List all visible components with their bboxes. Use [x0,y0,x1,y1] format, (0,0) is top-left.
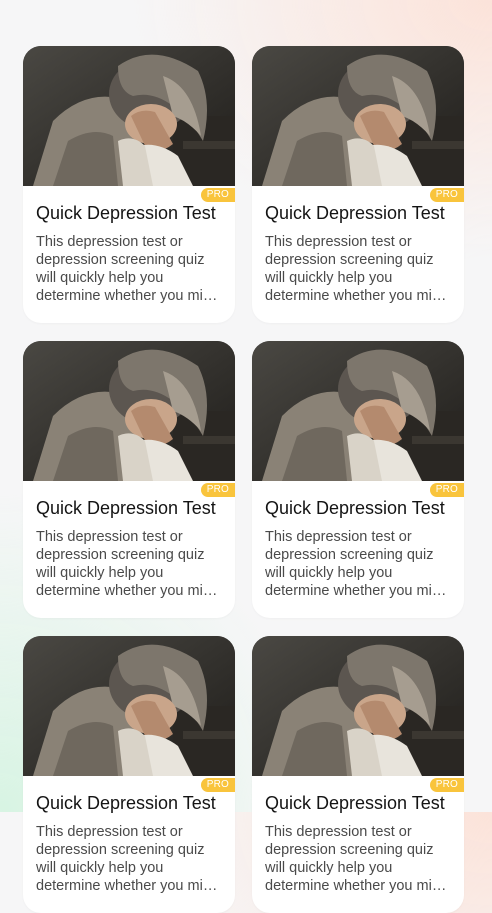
pro-badge: PRO [200,483,235,497]
test-card-title: Quick Depression Test [36,203,216,223]
test-card-image [23,46,235,186]
test-card-description: This depression test or depression scree… [36,234,223,304]
test-card[interactable]: PRO Quick Depression Test This depressio… [252,46,464,323]
pro-badge: PRO [429,778,464,792]
test-card-description: This depression test or depression scree… [265,529,452,599]
pro-badge: PRO [429,483,464,497]
pro-badge: PRO [200,188,235,202]
test-card-image [252,636,464,776]
test-card[interactable]: PRO Quick Depression Test This depressio… [23,341,235,618]
pro-badge: PRO [429,188,464,202]
test-card-image [23,636,235,776]
test-card-image [252,341,464,481]
test-card-description: This depression test or depression scree… [36,824,223,894]
test-card-grid: PRO Quick Depression Test This depressio… [23,46,464,913]
test-card-title: Quick Depression Test [36,793,216,813]
pro-badge: PRO [200,778,235,792]
test-card-description: This depression test or depression scree… [265,824,452,894]
test-card-image [23,341,235,481]
test-card[interactable]: PRO Quick Depression Test This depressio… [23,636,235,913]
test-card-title: Quick Depression Test [265,793,445,813]
test-card-title: Quick Depression Test [265,203,445,223]
test-card-title: Quick Depression Test [36,498,216,518]
test-card[interactable]: PRO Quick Depression Test This depressio… [252,636,464,913]
test-card-image [252,46,464,186]
test-card-title: Quick Depression Test [265,498,445,518]
test-card-description: This depression test or depression scree… [36,529,223,599]
test-card[interactable]: PRO Quick Depression Test This depressio… [252,341,464,618]
test-card[interactable]: PRO Quick Depression Test This depressio… [23,46,235,323]
test-card-description: This depression test or depression scree… [265,234,452,304]
